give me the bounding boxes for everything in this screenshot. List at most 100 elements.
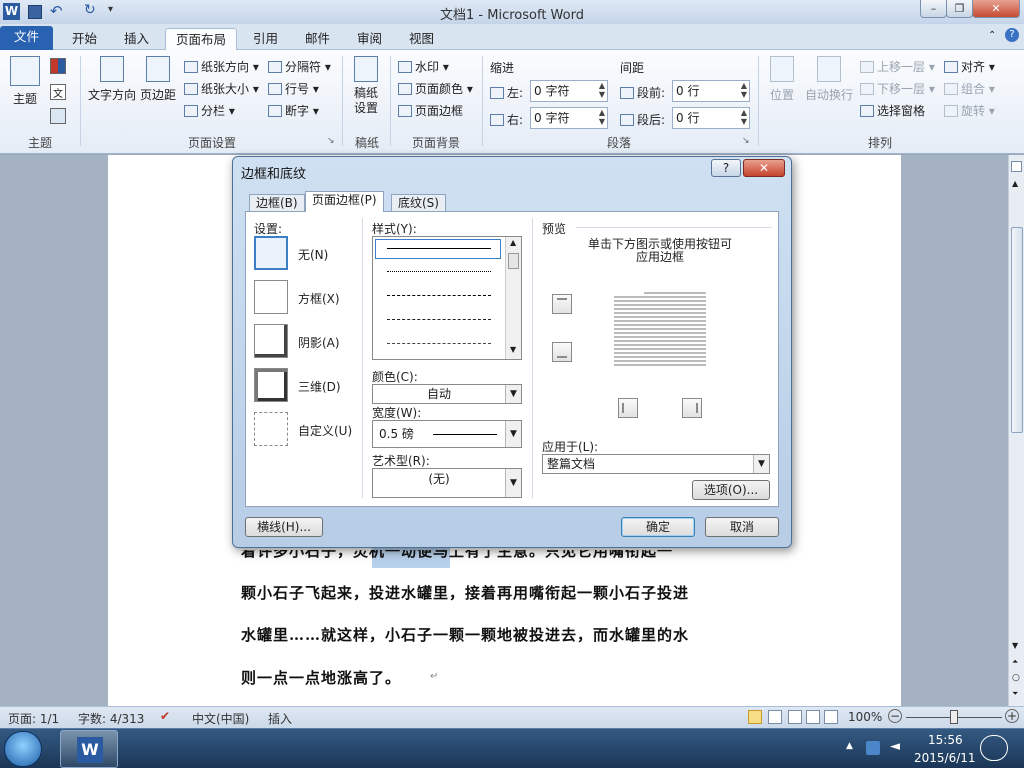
theme-effects-icon[interactable]	[50, 108, 66, 124]
tab-borders[interactable]: 边框(B)	[249, 194, 305, 212]
volume-icon[interactable]: ◄	[890, 739, 900, 754]
style-list[interactable]: ▲ ▼	[372, 236, 522, 360]
wrap-text-button[interactable]: 自动换行	[804, 56, 854, 103]
taskbar-word-button[interactable]: W	[60, 730, 118, 768]
align-button[interactable]: 对齐 ▾	[944, 58, 995, 75]
help-icon[interactable]: ?	[1005, 28, 1019, 42]
rotate-button[interactable]: 旋转 ▾	[944, 102, 995, 119]
proofing-icon[interactable]: ✔	[160, 709, 170, 723]
page-borders-button[interactable]: 页面边框	[398, 102, 463, 119]
spinner-arrows-icon[interactable]: ▲ ▼	[599, 81, 605, 99]
setting-none-icon[interactable]	[254, 236, 288, 270]
status-words[interactable]: 字数: 4/313	[78, 710, 144, 727]
tab-file[interactable]: 文件	[0, 26, 54, 50]
watermark-button[interactable]: 水印 ▾	[398, 58, 449, 75]
page-setup-launcher-icon[interactable]: ↘	[327, 136, 335, 146]
style-scrollbar[interactable]: ▲ ▼	[505, 237, 521, 359]
scroll-thumb[interactable]	[508, 253, 519, 269]
art-select[interactable]: (无) ▼	[372, 468, 522, 498]
page-color-button[interactable]: 页面颜色 ▾	[398, 80, 473, 97]
web-layout-icon[interactable]	[788, 710, 802, 724]
tab-mailings[interactable]: 邮件	[295, 28, 340, 50]
text-direction-button[interactable]: 文字方向	[86, 56, 138, 103]
maximize-button[interactable]: ❐	[946, 0, 973, 18]
status-page[interactable]: 页面: 1/1	[8, 710, 59, 727]
size-button[interactable]: 纸张大小 ▾	[184, 80, 259, 97]
weather-icon[interactable]	[980, 735, 1008, 761]
draft-icon[interactable]	[824, 710, 838, 724]
theme-colors-icon[interactable]	[50, 58, 66, 74]
border-bottom-button[interactable]	[552, 342, 572, 362]
minimize-button[interactable]: –	[920, 0, 947, 18]
apply-to-select[interactable]: 整篇文档 ▼	[542, 454, 770, 474]
prev-page-icon[interactable]: ⏶	[1012, 657, 1018, 667]
clock-date[interactable]: 2015/6/11	[914, 751, 976, 765]
vertical-scrollbar[interactable]: ▲ ▼ ⏶ ○ ⏷	[1008, 155, 1024, 706]
tab-insert[interactable]: 插入	[114, 28, 159, 50]
position-button[interactable]: 位置	[764, 56, 800, 103]
setting-3d[interactable]: 三维(D)	[298, 378, 341, 395]
dialog-help-button[interactable]: ?	[711, 159, 741, 177]
spinner-arrows-icon[interactable]: ▲ ▼	[599, 108, 605, 126]
orientation-button[interactable]: 纸张方向 ▾	[184, 58, 259, 75]
spacing-after-input[interactable]: 0 行 ▲ ▼	[672, 107, 750, 129]
document-line-2[interactable]: 颗小石子飞起来，投进水罐里，接着再用嘴衔起一颗小石子投进	[241, 582, 689, 603]
ruler-toggle-icon[interactable]	[1011, 161, 1022, 172]
ok-button[interactable]: 确定	[621, 517, 695, 537]
setting-custom-icon[interactable]	[254, 412, 288, 446]
scroll-down-icon[interactable]: ▼	[1012, 641, 1018, 650]
print-layout-icon[interactable]	[748, 710, 762, 724]
start-button[interactable]	[4, 731, 42, 767]
tab-review[interactable]: 审阅	[347, 28, 392, 50]
breaks-button[interactable]: 分隔符 ▾	[268, 58, 331, 75]
indent-left-input[interactable]: 0 字符 ▲ ▼	[530, 80, 608, 102]
border-left-button[interactable]	[618, 398, 638, 418]
tab-page-border[interactable]: 页面边框(P)	[305, 191, 384, 212]
manuscript-setup-button[interactable]: 稿纸 设置	[348, 56, 384, 116]
spinner-arrows-icon[interactable]: ▲ ▼	[741, 81, 747, 99]
zoom-in-icon[interactable]: +	[1005, 709, 1019, 723]
setting-box-icon[interactable]	[254, 280, 288, 314]
cancel-button[interactable]: 取消	[705, 517, 779, 537]
zoom-slider-thumb[interactable]	[950, 710, 958, 724]
scroll-up-icon[interactable]: ▲	[1012, 179, 1018, 188]
outline-icon[interactable]	[806, 710, 820, 724]
close-button[interactable]: ✕	[972, 0, 1020, 18]
spacing-before-input[interactable]: 0 行 ▲ ▼	[672, 80, 750, 102]
theme-fonts-icon[interactable]: 文	[50, 84, 66, 100]
tray-arrow-icon[interactable]: ▲	[846, 741, 853, 751]
setting-box[interactable]: 方框(X)	[298, 290, 340, 307]
horizontal-line-button[interactable]: 横线(H)...	[245, 517, 323, 537]
setting-3d-icon[interactable]	[254, 368, 288, 402]
options-button[interactable]: 选项(O)...	[692, 480, 770, 500]
preview-page[interactable]	[614, 292, 706, 366]
themes-button[interactable]: 主题	[8, 56, 42, 107]
paragraph-launcher-icon[interactable]: ↘	[742, 136, 750, 146]
hyphenation-button[interactable]: 断字 ▾	[268, 102, 319, 119]
clock-time[interactable]: 15:56	[928, 733, 963, 747]
dialog-close-button[interactable]: ✕	[743, 159, 785, 177]
tab-references[interactable]: 引用	[243, 28, 288, 50]
tab-view[interactable]: 视图	[399, 28, 444, 50]
selection-pane-button[interactable]: 选择窗格	[860, 102, 925, 119]
width-select[interactable]: 0.5 磅 ▼	[372, 420, 522, 448]
scroll-up-icon[interactable]: ▲	[510, 238, 516, 247]
setting-custom[interactable]: 自定义(U)	[298, 422, 352, 439]
status-mode[interactable]: 插入	[268, 710, 292, 727]
ribbon-collapse-icon[interactable]: ⌃	[988, 30, 996, 41]
tab-shading[interactable]: 底纹(S)	[391, 194, 446, 212]
security-icon[interactable]	[866, 741, 880, 755]
color-select[interactable]: 自动 ▼	[372, 384, 522, 404]
browse-object-icon[interactable]: ○	[1012, 673, 1020, 683]
indent-right-input[interactable]: 0 字符 ▲ ▼	[530, 107, 608, 129]
line-numbers-button[interactable]: 行号 ▾	[268, 80, 319, 97]
setting-shadow[interactable]: 阴影(A)	[298, 334, 340, 351]
border-top-button[interactable]	[552, 294, 572, 314]
zoom-out-icon[interactable]: −	[888, 709, 902, 723]
full-screen-reading-icon[interactable]	[768, 710, 782, 724]
border-right-button[interactable]	[682, 398, 702, 418]
status-language[interactable]: 中文(中国)	[192, 710, 249, 727]
zoom-level[interactable]: 100%	[848, 710, 882, 724]
style-option-solid[interactable]	[375, 239, 501, 259]
send-backward-button[interactable]: 下移一层 ▾	[860, 80, 935, 97]
